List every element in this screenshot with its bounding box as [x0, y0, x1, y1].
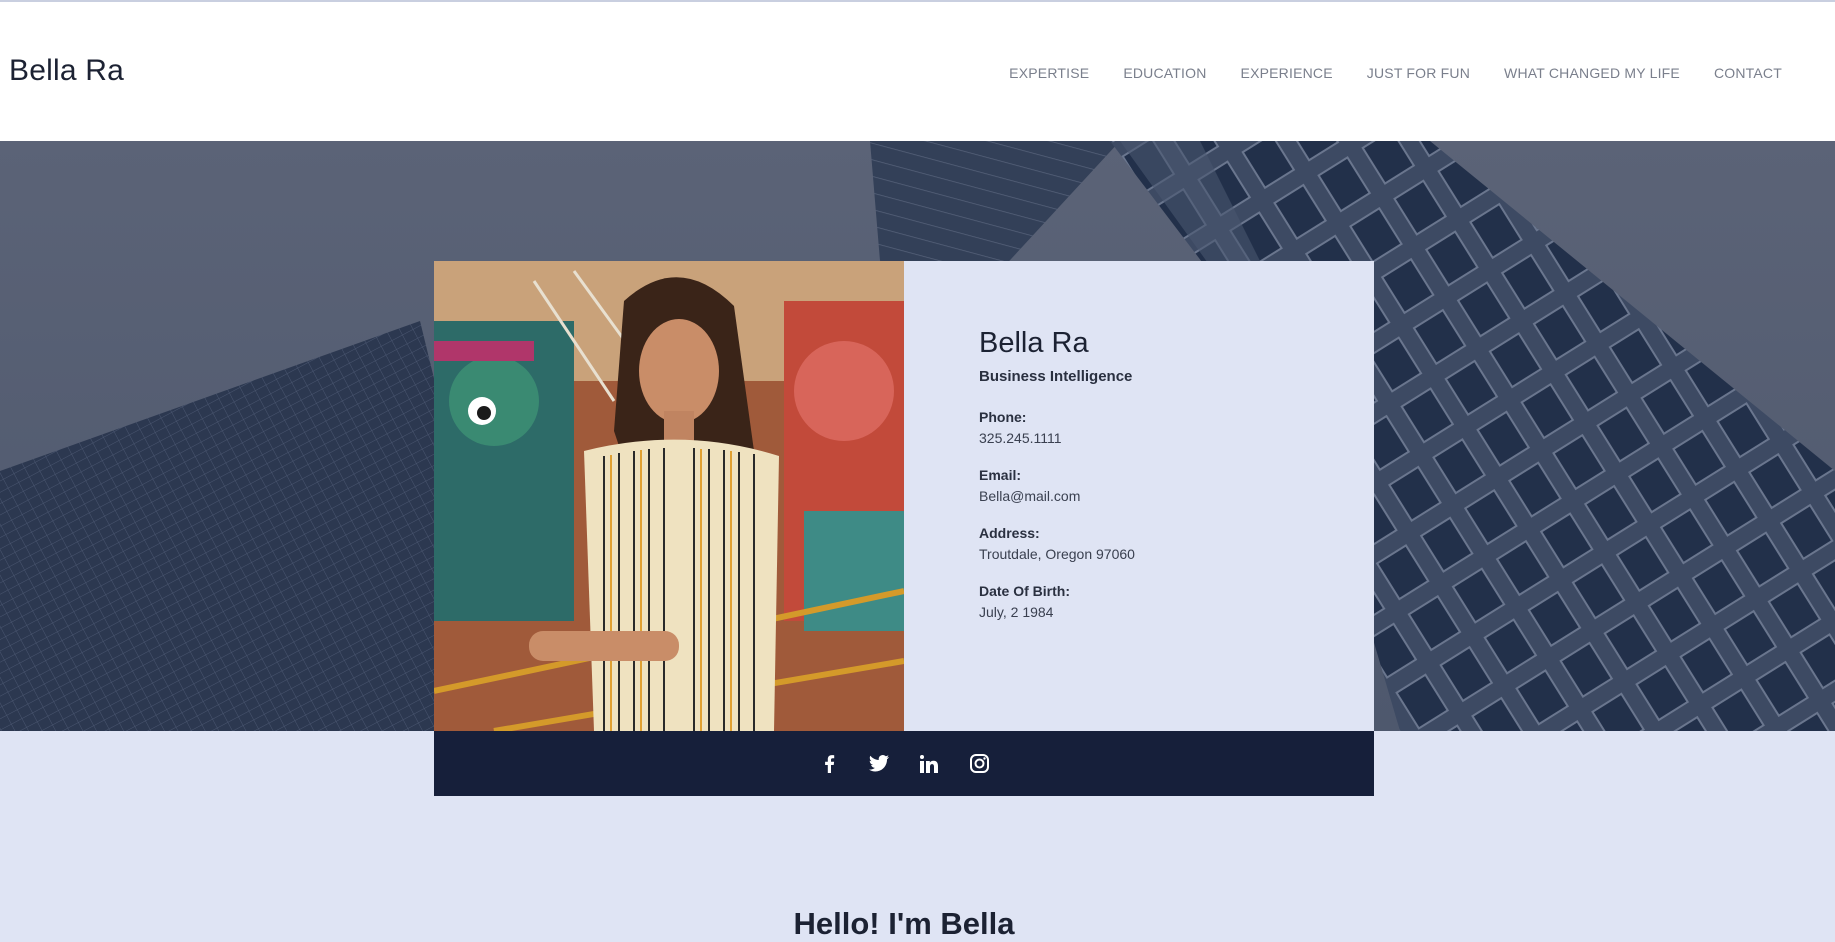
nav-contact[interactable]: CONTACT — [1714, 65, 1782, 81]
dob-label: Date Of Birth: — [979, 583, 1070, 599]
profile-card: Bella Ra Business Intelligence Phone: 32… — [434, 261, 1374, 731]
instagram-icon[interactable] — [969, 754, 989, 774]
address-value: Troutdale, Oregon 97060 — [979, 546, 1135, 562]
nav-what-changed-my-life[interactable]: WHAT CHANGED MY LIFE — [1504, 65, 1680, 81]
linkedin-icon[interactable] — [919, 754, 939, 774]
twitter-icon[interactable] — [869, 754, 889, 774]
phone-value[interactable]: 325.245.1111 — [979, 430, 1135, 446]
dob-value: July, 2 1984 — [979, 604, 1054, 620]
phone-label: Phone: — [979, 409, 1027, 425]
email-value[interactable]: Bella@mail.com — [979, 488, 1135, 504]
address-label: Address: — [979, 525, 1040, 541]
nav-expertise[interactable]: EXPERTISE — [1009, 65, 1089, 81]
profile-info-panel: Bella Ra Business Intelligence Phone: 32… — [904, 261, 1374, 731]
email-label: Email: — [979, 467, 1022, 483]
nav-experience[interactable]: EXPERIENCE — [1241, 65, 1333, 81]
facebook-icon[interactable] — [819, 754, 839, 774]
intro-heading: Hello! I'm Bella — [793, 905, 1015, 941]
nav-just-for-fun[interactable]: JUST FOR FUN — [1367, 65, 1470, 81]
profile-photo — [434, 261, 904, 731]
brand-logo[interactable]: Bella Ra — [9, 54, 124, 88]
social-links-bar — [434, 731, 1374, 796]
profile-role: Business Intelligence — [979, 368, 1133, 385]
profile-name: Bella Ra — [979, 327, 1089, 359]
site-header: Bella Ra EXPERTISE EDUCATION EXPERIENCE … — [0, 2, 1835, 141]
nav-education[interactable]: EDUCATION — [1123, 65, 1206, 81]
main-nav: EXPERTISE EDUCATION EXPERIENCE JUST FOR … — [975, 65, 1782, 81]
portrait-image — [434, 261, 904, 731]
